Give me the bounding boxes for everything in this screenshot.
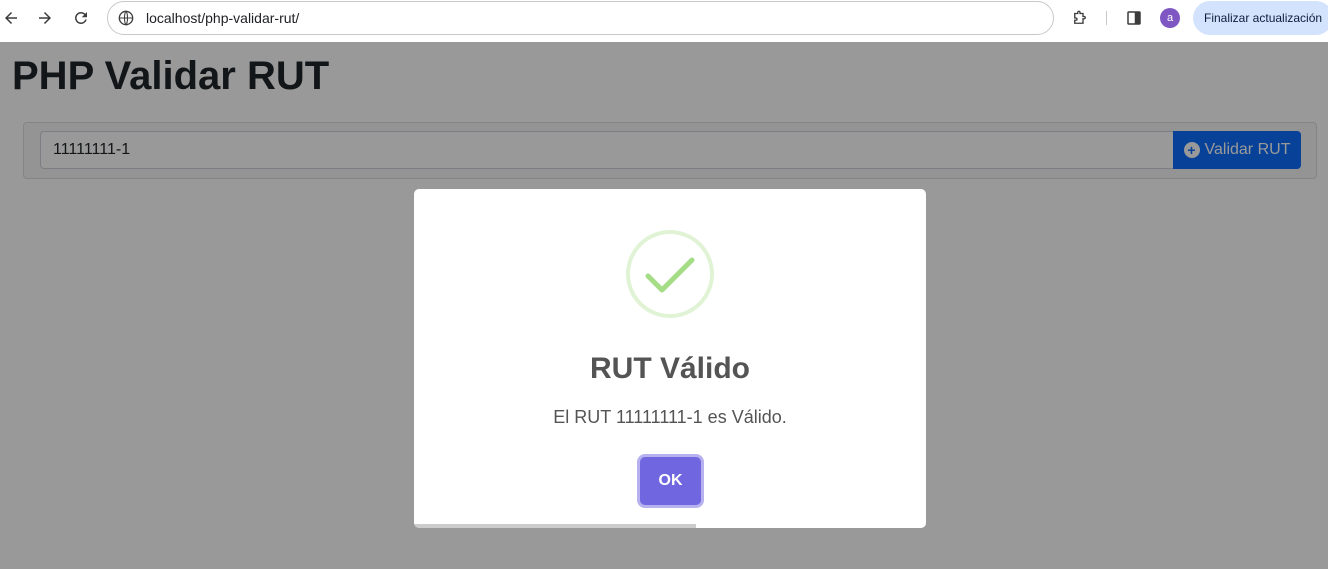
- profile-avatar[interactable]: a: [1160, 8, 1180, 28]
- dialog-message: El RUT 11111111-1 es Válido.: [553, 407, 787, 427]
- success-check-icon: [626, 230, 714, 318]
- ok-button[interactable]: OK: [640, 457, 701, 505]
- site-info-icon[interactable]: [118, 10, 134, 26]
- update-browser-button[interactable]: Finalizar actualización: [1193, 1, 1328, 35]
- forward-arrow-icon[interactable]: [34, 8, 56, 28]
- address-bar[interactable]: localhost/php-validar-rut/: [107, 1, 1054, 35]
- back-arrow-icon[interactable]: [0, 8, 22, 28]
- dialog-title: RUT Válido: [589, 352, 750, 385]
- side-panel-icon[interactable]: [1124, 8, 1144, 28]
- success-dialog: RUT Válido El RUT 11111111-1 es Válido. …: [414, 189, 926, 528]
- url-text: localhost/php-validar-rut/: [146, 10, 300, 26]
- timer-progress-bar: [414, 524, 696, 528]
- reload-icon[interactable]: [70, 8, 92, 28]
- toolbar-divider: [1106, 11, 1107, 25]
- browser-toolbar: localhost/php-validar-rut/ a Finalizar a…: [0, 0, 1328, 42]
- extensions-icon[interactable]: [1070, 8, 1090, 28]
